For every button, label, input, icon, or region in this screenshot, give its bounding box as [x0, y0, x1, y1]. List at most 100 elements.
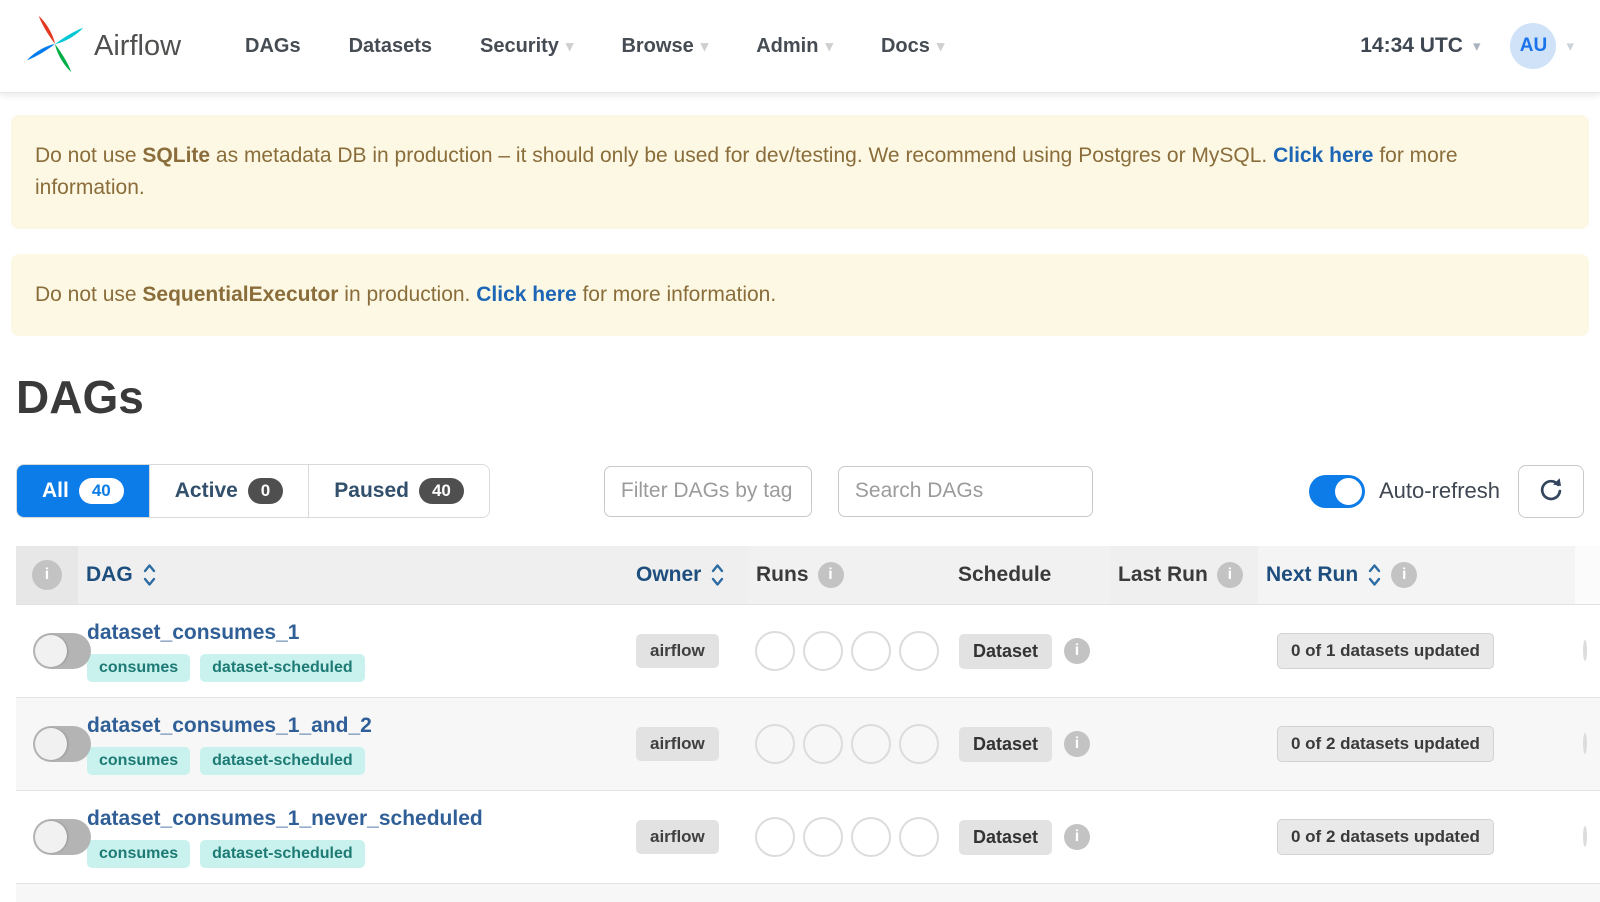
runs-cell [748, 817, 950, 857]
next-run-cell: 0 of 2 datasets updated [1258, 726, 1575, 762]
run-status-circle [1583, 640, 1587, 661]
owner-badge[interactable]: airflow [636, 820, 719, 854]
owner-badge[interactable]: airflow [636, 634, 719, 668]
toggle-knob [1334, 477, 1362, 505]
nav-item-browse[interactable]: Browse ▾ [621, 35, 708, 58]
table-row: dataset_consumes_1 consumes dataset-sche… [16, 604, 1600, 697]
next-run-cell: 0 of 1 datasets updated [1258, 633, 1575, 669]
table-row: dataset_consumes_1_and_2 consumes datase… [16, 697, 1600, 790]
run-status-circle [803, 631, 843, 671]
pause-toggle-cell [16, 726, 91, 762]
info-icon: i [1064, 638, 1091, 664]
runs-cell [748, 631, 950, 671]
nav-item-dags[interactable]: DAGs [245, 35, 301, 58]
nav-item-datasets[interactable]: Datasets [349, 35, 432, 58]
tab-paused[interactable]: Paused 40 [308, 465, 489, 517]
refresh-controls: Auto-refresh [1308, 464, 1584, 518]
navbar-right: 14:34 UTC ▾ AU ▾ [1360, 23, 1574, 69]
info-icon: i [1216, 562, 1243, 588]
toggle-knob [35, 635, 67, 667]
dag-link[interactable]: dataset_consumes_1 [87, 621, 620, 645]
filter-bar: All 40 Active 0 Paused 40 Auto-refresh [16, 464, 1584, 518]
run-status-circle [755, 817, 795, 857]
all-count-badge: 40 [78, 478, 124, 504]
paused-count-badge: 40 [418, 478, 464, 504]
sort-icon [1367, 561, 1382, 589]
run-status-circle [803, 724, 843, 764]
nav-item-admin[interactable]: Admin ▾ [756, 35, 833, 58]
chevron-down-icon[interactable]: ▾ [1473, 39, 1481, 54]
airflow-logo-icon [26, 15, 84, 78]
sqlite-docs-link[interactable]: Click here [1273, 144, 1373, 167]
next-run-badge: 0 of 2 datasets updated [1277, 819, 1494, 855]
runs-cell [748, 724, 950, 764]
active-count-badge: 0 [247, 478, 284, 504]
table-header-row: i DAG Owner Runs i Schedule Last Run i N… [16, 546, 1600, 604]
table-row-clipped [16, 883, 1600, 902]
dag-tag[interactable]: dataset-scheduled [200, 839, 365, 868]
schedule-badge[interactable]: Dataset [959, 726, 1053, 762]
header-next-run[interactable]: Next Run i [1258, 546, 1575, 604]
chevron-down-icon: ▾ [565, 37, 574, 55]
owner-cell: airflow [628, 634, 748, 668]
refresh-button[interactable] [1518, 464, 1584, 518]
dag-tag[interactable]: dataset-scheduled [200, 746, 365, 775]
chevron-down-icon[interactable]: ▾ [1566, 39, 1574, 54]
overflow-cell [1575, 733, 1600, 754]
dag-pause-toggle[interactable] [33, 633, 91, 669]
search-dags-input[interactable] [837, 465, 1093, 517]
dag-pause-toggle[interactable] [33, 726, 91, 762]
run-status-circle [899, 724, 939, 764]
table-row: dataset_consumes_1_never_scheduled consu… [16, 790, 1600, 883]
auto-refresh-toggle[interactable] [1308, 474, 1365, 508]
dag-tag[interactable]: consumes [87, 746, 191, 775]
toggle-knob [35, 821, 67, 853]
header-last-run: Last Run i [1110, 546, 1258, 604]
chevron-down-icon: ▾ [825, 37, 833, 55]
nav-item-docs[interactable]: Docs ▾ [881, 35, 944, 58]
run-status-circle [851, 724, 891, 764]
tag-row: consumes dataset-scheduled [87, 653, 620, 682]
dag-link[interactable]: dataset_consumes_1_never_scheduled [87, 807, 620, 831]
dag-name-cell: dataset_consumes_1_and_2 consumes datase… [78, 714, 628, 775]
dag-pause-toggle[interactable] [33, 819, 91, 855]
header-dag[interactable]: DAG [78, 546, 628, 604]
schedule-badge[interactable]: Dataset [959, 633, 1053, 669]
airflow-brand[interactable]: Airflow [26, 15, 181, 78]
header-info-cell: i [16, 546, 78, 604]
dag-tag[interactable]: consumes [87, 653, 191, 682]
next-run-badge: 0 of 1 datasets updated [1277, 633, 1494, 669]
tag-filter-input[interactable] [603, 465, 812, 517]
dags-table: i DAG Owner Runs i Schedule Last Run i N… [16, 546, 1600, 902]
dag-status-tabs: All 40 Active 0 Paused 40 [16, 464, 490, 518]
dag-link[interactable]: dataset_consumes_1_and_2 [87, 714, 620, 738]
run-status-circle [851, 631, 891, 671]
nav-item-security[interactable]: Security ▾ [480, 35, 573, 58]
executor-docs-link[interactable]: Click here [476, 283, 576, 306]
header-owner[interactable]: Owner [628, 546, 748, 604]
owner-cell: airflow [628, 820, 748, 854]
dag-name-cell: dataset_consumes_1 consumes dataset-sche… [78, 621, 628, 682]
header-schedule: Schedule [950, 546, 1110, 604]
tag-row: consumes dataset-scheduled [87, 839, 620, 868]
schedule-cell: Dataset i [950, 726, 1110, 762]
tab-all[interactable]: All 40 [17, 465, 149, 517]
clock-display[interactable]: 14:34 UTC [1360, 34, 1463, 58]
schedule-cell: Dataset i [950, 633, 1110, 669]
dag-tag[interactable]: dataset-scheduled [200, 653, 365, 682]
header-overflow-cell [1575, 546, 1600, 604]
run-status-circle [899, 631, 939, 671]
run-status-circle [755, 724, 795, 764]
sort-icon [142, 561, 157, 589]
chevron-down-icon: ▾ [936, 37, 945, 55]
info-icon: i [817, 562, 844, 588]
run-status-circle [1583, 826, 1587, 847]
tab-active[interactable]: Active 0 [148, 465, 309, 517]
schedule-badge[interactable]: Dataset [959, 819, 1053, 855]
dag-tag[interactable]: consumes [87, 839, 191, 868]
owner-cell: airflow [628, 727, 748, 761]
run-status-circle [755, 631, 795, 671]
owner-badge[interactable]: airflow [636, 727, 719, 761]
avatar[interactable]: AU [1510, 23, 1557, 69]
page-title: DAGs [16, 371, 144, 423]
